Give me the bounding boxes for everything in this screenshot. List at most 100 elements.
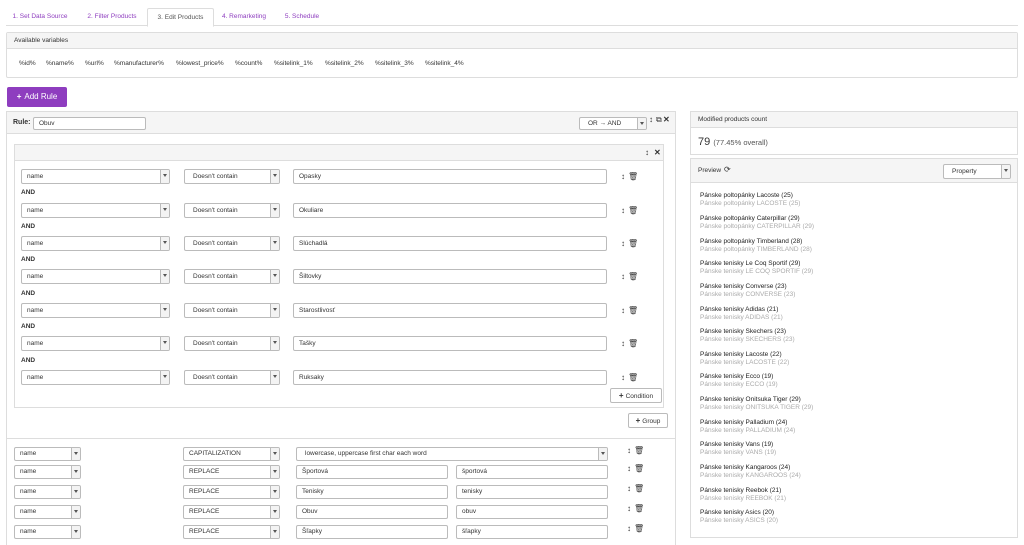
trash-icon[interactable]: 🗑 <box>628 340 638 348</box>
copy-icon[interactable]: ⧉ <box>656 116 662 124</box>
rule-name-input[interactable]: Obuv <box>33 117 146 130</box>
trash-icon[interactable]: 🗑 <box>628 240 638 248</box>
variable-tag[interactable]: %lowest_price% <box>176 60 224 67</box>
preview-item: Pánske poltopánky Caterpillar (29) Pánske… <box>700 215 815 230</box>
condition-operator-select[interactable]: Doesn't contain <box>184 303 280 318</box>
variable-tag[interactable]: %id% <box>19 60 36 67</box>
chevron-down-icon <box>270 466 279 478</box>
add-group-button[interactable]: + Group <box>628 413 668 428</box>
replace-search-input[interactable]: Šľapky <box>296 525 448 539</box>
capitalization-mode-select[interactable]: lowercase, uppercase first char each wor… <box>296 447 608 461</box>
replace-with-input[interactable]: obuv <box>456 505 608 519</box>
condition-value-input[interactable]: Slúchadlá <box>293 236 607 251</box>
condition-operator-select[interactable]: Doesn't contain <box>184 169 280 184</box>
replace-with-input[interactable]: športová <box>456 465 608 479</box>
action-field-select[interactable]: name <box>14 465 81 479</box>
chevron-down-icon <box>160 337 169 350</box>
tab-edit-products[interactable]: 3. Edit Products <box>147 8 214 27</box>
tab-set-data-source[interactable]: 1. Set Data Source <box>6 8 74 27</box>
action-type-select[interactable]: REPLACE <box>183 525 280 539</box>
condition-value-input[interactable]: Ruksaky <box>293 370 607 385</box>
action-type-select[interactable]: CAPITALIZATION <box>183 447 280 461</box>
action-type-select[interactable]: REPLACE <box>183 505 280 519</box>
replace-search-input[interactable]: Športová <box>296 465 448 479</box>
move-icon[interactable]: ↕ <box>627 465 631 473</box>
chevron-down-icon <box>71 466 80 478</box>
chevron-down-icon <box>270 486 279 498</box>
trash-icon[interactable]: 🗑 <box>634 505 644 513</box>
move-icon[interactable]: ↕ <box>621 307 625 315</box>
trash-icon[interactable]: 🗑 <box>628 307 638 315</box>
variable-tag[interactable]: %manufacturer% <box>114 60 164 67</box>
move-icon[interactable]: ↕ <box>621 273 625 281</box>
trash-icon[interactable]: 🗑 <box>634 525 644 533</box>
condition-operator-select[interactable]: Doesn't contain <box>184 269 280 284</box>
tab-schedule[interactable]: 5. Schedule <box>274 8 330 27</box>
condition-operator-select[interactable]: Doesn't contain <box>184 336 280 351</box>
condition-field-select[interactable]: name <box>21 203 170 218</box>
move-icon[interactable]: ↕ <box>627 505 631 513</box>
add-condition-button[interactable]: + Condition <box>610 388 662 403</box>
close-icon[interactable]: ✕ <box>663 116 670 124</box>
condition-field-select[interactable]: name <box>21 336 170 351</box>
move-icon[interactable]: ↕ <box>621 207 625 215</box>
move-icon[interactable]: ↕ <box>621 173 625 181</box>
condition-value-input[interactable]: Šiltovky <box>293 269 607 284</box>
trash-icon[interactable]: 🗑 <box>628 273 638 281</box>
variable-tag[interactable]: %sitelink_4% <box>425 60 464 67</box>
action-type-select[interactable]: REPLACE <box>183 465 280 479</box>
condition-field-select[interactable]: name <box>21 269 170 284</box>
condition-operator-select[interactable]: Doesn't contain <box>184 236 280 251</box>
condition-field-select[interactable]: name <box>21 236 170 251</box>
replace-search-input[interactable]: Tenisky <box>296 485 448 499</box>
variable-tag[interactable]: %sitelink_1% <box>274 60 313 67</box>
trash-icon[interactable]: 🗑 <box>628 207 638 215</box>
refresh-icon[interactable]: ⟳ <box>724 165 731 174</box>
move-icon[interactable]: ↕ <box>627 525 631 533</box>
rule-header: Rule: Obuv OR → AND ↕ ⧉ ✕ <box>7 112 675 134</box>
action-field-select[interactable]: name <box>14 525 81 539</box>
variable-tag[interactable]: %url% <box>85 60 104 67</box>
variable-tag[interactable]: %name% <box>46 60 74 67</box>
trash-icon[interactable]: 🗑 <box>634 465 644 473</box>
variable-tag[interactable]: %sitelink_2% <box>325 60 364 67</box>
trash-icon[interactable]: 🗑 <box>628 173 638 181</box>
condition-field-select[interactable]: name <box>21 370 170 385</box>
move-icon[interactable]: ↕ <box>621 340 625 348</box>
replace-with-input[interactable]: šľapky <box>456 525 608 539</box>
tab-filter-products[interactable]: 2. Filter Products <box>78 8 146 27</box>
move-icon[interactable]: ↕ <box>621 240 625 248</box>
condition-value-input[interactable]: Tašky <box>293 336 607 351</box>
action-field-select[interactable]: name <box>14 447 81 461</box>
move-icon[interactable]: ↕ <box>621 374 625 382</box>
replace-search-input[interactable]: Obuv <box>296 505 448 519</box>
trash-icon[interactable]: 🗑 <box>628 374 638 382</box>
move-icon[interactable]: ↕ <box>645 149 649 157</box>
trash-icon[interactable]: 🗑 <box>634 447 644 455</box>
variable-tag[interactable]: %count% <box>235 60 262 67</box>
and-label: AND <box>21 256 36 263</box>
chevron-down-icon <box>270 270 279 283</box>
variable-tag[interactable]: %sitelink_3% <box>375 60 414 67</box>
preview-item: Pánske tenisky Kangaroos (24) Pánske teni… <box>700 464 801 479</box>
trash-icon[interactable]: 🗑 <box>634 485 644 493</box>
condition-operator-select[interactable]: Doesn't contain <box>184 203 280 218</box>
action-field-select[interactable]: name <box>14 485 81 499</box>
move-icon[interactable]: ↕ <box>649 116 653 124</box>
tab-remarketing[interactable]: 4. Remarketing <box>214 8 274 27</box>
condition-operator-select[interactable]: Doesn't contain <box>184 370 280 385</box>
condition-field-select[interactable]: name <box>21 169 170 184</box>
logic-select[interactable]: OR → AND <box>579 117 647 130</box>
move-icon[interactable]: ↕ <box>627 485 631 493</box>
add-rule-button[interactable]: + Add Rule <box>7 87 67 107</box>
condition-value-input[interactable]: Okuliare <box>293 203 607 218</box>
move-icon[interactable]: ↕ <box>627 447 631 455</box>
action-field-select[interactable]: name <box>14 505 81 519</box>
condition-value-input[interactable]: Starostlivosť <box>293 303 607 318</box>
close-icon[interactable]: ✕ <box>654 149 661 157</box>
preview-property-select[interactable]: Property <box>943 164 1011 179</box>
condition-value-input[interactable]: Opasky <box>293 169 607 184</box>
replace-with-input[interactable]: tenisky <box>456 485 608 499</box>
condition-field-select[interactable]: name <box>21 303 170 318</box>
action-type-select[interactable]: REPLACE <box>183 485 280 499</box>
